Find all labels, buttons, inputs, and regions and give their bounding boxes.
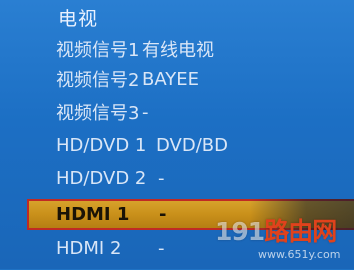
input-item-video3[interactable]: 视频信号3 -	[30, 97, 330, 127]
input-value: -	[158, 167, 165, 189]
input-item-video1[interactable]: 视频信号1 有线电视	[30, 34, 330, 64]
input-label: HD/DVD 1	[56, 134, 147, 156]
watermark-url: www.651y.com	[258, 248, 341, 261]
input-value: -	[158, 237, 165, 259]
watermark-number: 191	[215, 217, 265, 246]
input-value: DVD/BD	[156, 134, 228, 156]
input-item-hddvd1[interactable]: HD/DVD 1 DVD/BD	[30, 130, 330, 160]
input-value: BAYEE	[142, 68, 200, 90]
watermark-accent: 路由网	[264, 217, 337, 246]
input-label: 视频信号3	[56, 103, 140, 124]
input-label: 视频信号2	[56, 70, 140, 91]
input-value: -	[142, 101, 149, 123]
tv-menu-screen: 电视 视频信号1 有线电视 视频信号2 BAYEE 视频信号3 - HD/DVD…	[0, 0, 354, 269]
input-label: HDMI 2	[56, 237, 122, 259]
input-label: 视频信号1	[56, 40, 140, 61]
input-value: -	[159, 204, 167, 225]
menu-title: 电视	[58, 8, 99, 30]
watermark-text: 191路由网	[215, 212, 337, 248]
watermark-logo: 191路由网 www.651y.com	[215, 210, 354, 270]
input-label: HD/DVD 2	[56, 167, 147, 189]
input-value: 有线电视	[142, 40, 214, 61]
input-item-hddvd2[interactable]: HD/DVD 2 -	[30, 163, 330, 193]
input-item-video2[interactable]: 视频信号2 BAYEE	[30, 64, 330, 94]
input-label: HDMI 1	[56, 204, 130, 225]
